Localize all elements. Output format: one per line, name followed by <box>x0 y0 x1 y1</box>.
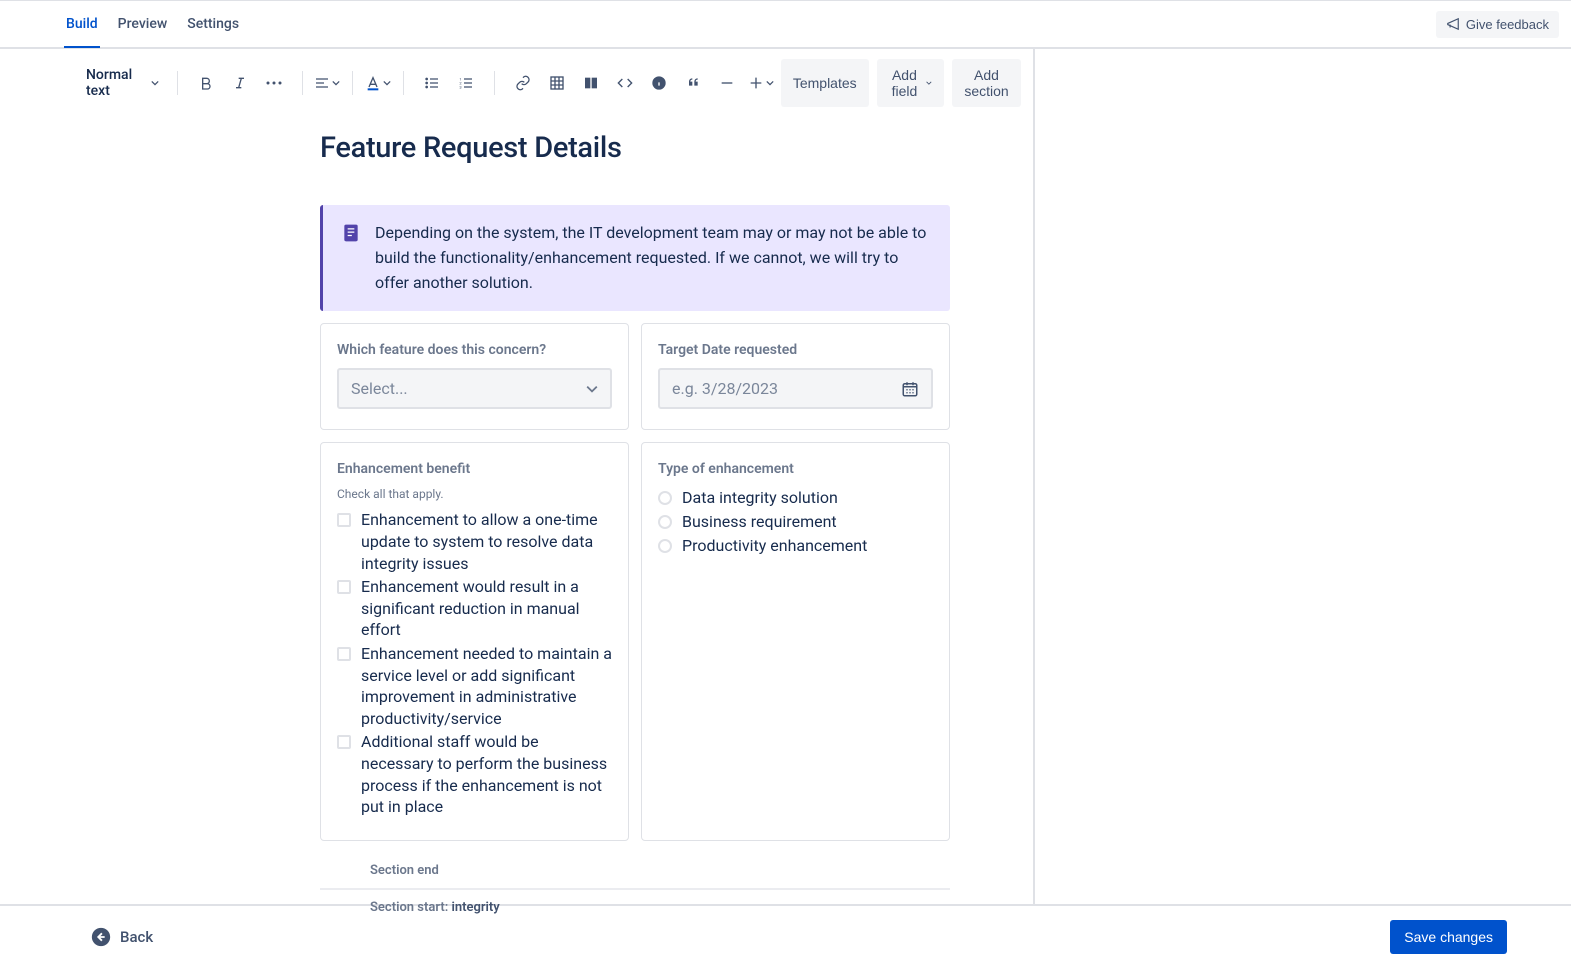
page-title[interactable]: Feature Request Details <box>320 131 950 165</box>
bullet-list-button[interactable] <box>416 67 448 99</box>
add-section-button[interactable]: Add section <box>952 59 1021 107</box>
insert-button[interactable] <box>745 67 777 99</box>
checkbox-icon[interactable] <box>337 580 351 594</box>
checkbox-icon[interactable] <box>337 513 351 527</box>
benefit-option-label: Enhancement needed to maintain a service… <box>361 643 612 729</box>
megaphone-icon <box>1446 17 1460 31</box>
give-feedback-button[interactable]: Give feedback <box>1436 11 1559 38</box>
quote-button[interactable] <box>677 67 709 99</box>
type-field-card[interactable]: Type of enhancement Data integrity solut… <box>641 442 950 840</box>
benefit-option[interactable]: Enhancement to allow a one-time update t… <box>337 509 612 574</box>
templates-button[interactable]: Templates <box>781 59 869 107</box>
tabs: Build Preview Settings <box>64 1 241 47</box>
chevron-down-icon <box>151 78 159 88</box>
benefit-option-label: Enhancement would result in a significan… <box>361 576 612 641</box>
note-text: Depending on the system, the IT developm… <box>375 221 932 295</box>
section-start-divider[interactable]: Section start: integrity <box>320 889 950 920</box>
numbered-list-button[interactable]: 123 <box>450 67 482 99</box>
target-date-field-card[interactable]: Target Date requested e.g. 3/28/2023 <box>641 323 950 430</box>
back-label: Back <box>120 928 153 946</box>
text-style-dropdown[interactable]: Normal text <box>80 63 165 103</box>
link-button[interactable] <box>507 67 539 99</box>
bold-button[interactable] <box>190 67 222 99</box>
add-field-button[interactable]: Add field <box>877 59 944 107</box>
benefit-field-card[interactable]: Enhancement benefit Check all that apply… <box>320 442 629 840</box>
calendar-icon <box>901 380 919 398</box>
benefit-option[interactable]: Enhancement needed to maintain a service… <box>337 643 612 729</box>
target-date-placeholder: e.g. 3/28/2023 <box>672 379 778 398</box>
svg-text:3: 3 <box>459 84 461 89</box>
layouts-button[interactable] <box>575 67 607 99</box>
section-end-divider[interactable]: Section end <box>320 853 950 889</box>
type-option[interactable]: Data integrity solution <box>658 487 933 509</box>
code-button[interactable] <box>609 67 641 99</box>
chevron-down-icon <box>926 78 932 88</box>
benefit-field-hint: Check all that apply. <box>337 487 612 501</box>
chevron-down-icon <box>586 383 598 395</box>
target-date-label: Target Date requested <box>658 342 933 358</box>
type-option-label: Business requirement <box>682 511 837 533</box>
benefit-option[interactable]: Additional staff would be necessary to p… <box>337 731 612 817</box>
type-field-label: Type of enhancement <box>658 461 933 477</box>
feature-select[interactable]: Select... <box>337 368 612 409</box>
tab-settings[interactable]: Settings <box>185 2 241 48</box>
chevron-down-icon <box>332 79 340 87</box>
checkbox-icon[interactable] <box>337 735 351 749</box>
add-field-label: Add field <box>889 67 921 99</box>
type-option-label: Productivity enhancement <box>682 535 867 557</box>
text-style-label: Normal text <box>86 67 145 99</box>
editor-toolbar: Normal text 123 <box>0 49 1033 117</box>
benefit-option[interactable]: Enhancement would result in a significan… <box>337 576 612 641</box>
more-formatting-button[interactable] <box>258 67 290 99</box>
feature-field-label: Which feature does this concern? <box>337 342 612 358</box>
radio-icon[interactable] <box>658 491 672 505</box>
note-panel[interactable]: Depending on the system, the IT developm… <box>320 205 950 311</box>
save-changes-button[interactable]: Save changes <box>1390 920 1507 954</box>
feature-select-placeholder: Select... <box>351 379 408 398</box>
type-option[interactable]: Productivity enhancement <box>658 535 933 557</box>
tab-build[interactable]: Build <box>64 2 100 48</box>
divider-button[interactable] <box>711 67 743 99</box>
feedback-label: Give feedback <box>1466 17 1549 32</box>
content-scroll[interactable]: Feature Request Details Depending on the… <box>0 117 1033 920</box>
chevron-down-icon <box>383 79 391 87</box>
section-start-name: integrity <box>451 900 499 915</box>
italic-button[interactable] <box>224 67 256 99</box>
back-button[interactable]: Back <box>90 926 153 948</box>
chevron-down-icon <box>766 79 774 87</box>
page-header: Build Preview Settings Give feedback <box>0 1 1571 49</box>
radio-icon[interactable] <box>658 515 672 529</box>
benefit-field-label: Enhancement benefit <box>337 461 612 477</box>
feature-field-card[interactable]: Which feature does this concern? Select.… <box>320 323 629 430</box>
note-icon <box>341 223 361 243</box>
benefit-option-label: Enhancement to allow a one-time update t… <box>361 509 612 574</box>
target-date-input[interactable]: e.g. 3/28/2023 <box>658 368 933 409</box>
arrow-left-circle-icon <box>90 926 112 948</box>
info-button[interactable] <box>643 67 675 99</box>
align-button[interactable] <box>314 67 340 99</box>
right-pane <box>1035 49 1571 904</box>
section-start-prefix: Section start: <box>370 900 451 915</box>
benefit-option-label: Additional staff would be necessary to p… <box>361 731 612 817</box>
text-color-button[interactable] <box>365 67 391 99</box>
table-button[interactable] <box>541 67 573 99</box>
editor-area: Normal text 123 <box>0 49 1035 904</box>
checkbox-icon[interactable] <box>337 647 351 661</box>
tab-preview[interactable]: Preview <box>116 2 170 48</box>
radio-icon[interactable] <box>658 539 672 553</box>
type-option-label: Data integrity solution <box>682 487 838 509</box>
type-option[interactable]: Business requirement <box>658 511 933 533</box>
